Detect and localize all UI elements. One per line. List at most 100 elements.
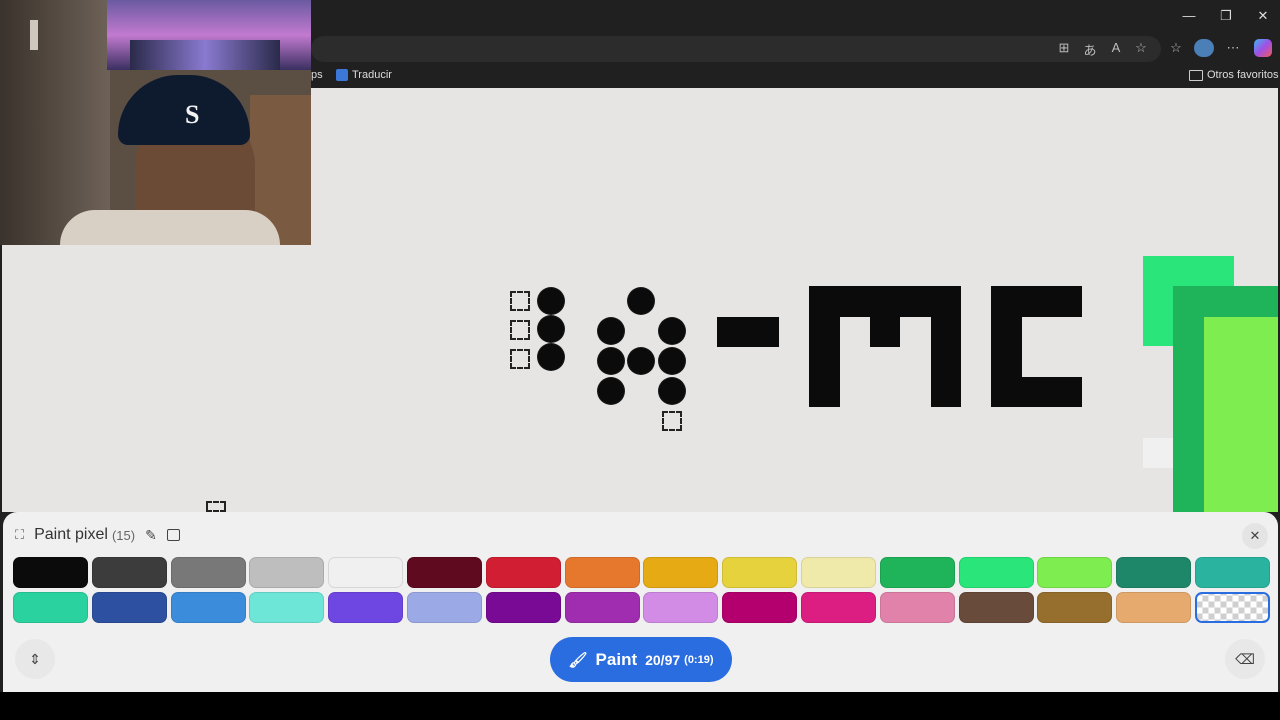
color-swatch[interactable] — [722, 557, 798, 588]
canvas-c-top — [991, 286, 1082, 317]
color-swatch[interactable] — [485, 557, 561, 588]
color-swatch[interactable] — [879, 592, 955, 623]
color-swatch[interactable] — [1037, 592, 1113, 623]
bookmark-traducir[interactable]: Traducir — [336, 69, 392, 81]
color-swatch[interactable] — [407, 592, 482, 623]
color-swatch[interactable] — [722, 592, 798, 623]
apps-icon[interactable]: ⊞ — [1054, 40, 1074, 56]
color-swatch[interactable] — [1116, 592, 1192, 623]
canvas-m-right — [931, 317, 961, 407]
color-swatch[interactable] — [170, 592, 246, 623]
color-swatch[interactable] — [328, 592, 404, 623]
paint-time: (0:19) — [684, 653, 714, 666]
webcam-shirt — [60, 210, 280, 245]
expand-toggle-button[interactable]: ⇕ — [15, 639, 55, 679]
color-swatch[interactable] — [13, 592, 88, 623]
canvas-dash — [717, 317, 779, 347]
canvas-m-middle — [870, 317, 900, 347]
favorites-icon[interactable]: ☆ — [1166, 40, 1186, 56]
canvas-pending-pixel — [598, 318, 624, 344]
expand-arrows-icon: ⇕ — [29, 650, 41, 667]
paint-progress: 20/97 — [645, 651, 681, 668]
webcam-door-light — [30, 20, 38, 50]
canvas-pending-pixel — [598, 378, 624, 404]
paint-panel-title: Paint pixel — [34, 526, 108, 543]
image-icon[interactable] — [166, 529, 180, 541]
paint-button-label: Paint — [595, 649, 638, 669]
color-swatch[interactable] — [801, 592, 876, 623]
canvas-selection-marker — [510, 291, 530, 311]
canvas-c-bottom — [991, 377, 1082, 407]
profile-icon[interactable] — [1194, 39, 1214, 57]
color-swatch[interactable] — [1037, 557, 1113, 588]
color-swatch[interactable] — [564, 557, 640, 588]
color-swatch[interactable] — [91, 557, 167, 588]
brush-icon: 🖌 — [568, 651, 588, 669]
canvas-pending-pixel — [659, 378, 685, 404]
canvas-m-left — [809, 286, 840, 407]
webcam-cap-logo: S — [185, 100, 200, 129]
color-swatch[interactable] — [879, 557, 955, 588]
close-panel-button[interactable]: ✕ — [1242, 523, 1268, 549]
webcam-door — [0, 0, 110, 245]
translate-bookmark-icon — [336, 69, 348, 81]
color-swatch[interactable] — [643, 557, 719, 588]
canvas-m-top-left — [840, 286, 900, 317]
color-swatch[interactable] — [170, 557, 246, 588]
paint-panel-count: (15) — [111, 527, 136, 543]
color-swatch[interactable] — [328, 557, 404, 588]
webcam-overlay: S — [0, 0, 311, 245]
eraser-button[interactable]: ⌫ — [1225, 639, 1265, 679]
color-swatch[interactable] — [13, 557, 88, 588]
canvas-m-top-right — [900, 286, 961, 317]
more-icon[interactable]: ⋯ — [1223, 40, 1243, 56]
canvas-lightgreen-block — [1204, 317, 1278, 512]
browser-window: — ❐ ✕ ⊞ あ A ☆ ☆ ⋯ ps Traducir Otros favo… — [0, 0, 1280, 692]
canvas-pending-pixel — [659, 348, 685, 374]
canvas-selection-marker — [662, 411, 682, 431]
canvas-c-side — [991, 317, 1022, 377]
paint-panel-header: ⛶ Paint pixel (15) ✎ — [15, 526, 180, 544]
canvas-pending-pixel — [659, 318, 685, 344]
eraser-icon: ⌫ — [1235, 650, 1255, 667]
color-swatch[interactable] — [958, 557, 1034, 588]
fullscreen-icon[interactable]: ⛶ — [15, 527, 24, 543]
canvas-pending-pixel — [538, 316, 564, 342]
paint-button[interactable]: 🖌 Paint 20/97 (0:19) — [550, 637, 732, 682]
color-swatch[interactable] — [407, 557, 482, 588]
folder-icon — [1189, 69, 1203, 81]
translate-icon[interactable]: あ — [1080, 40, 1100, 59]
copilot-icon[interactable] — [1254, 39, 1272, 57]
canvas-pending-pixel — [628, 348, 654, 374]
eyedropper-icon[interactable]: ✎ — [145, 527, 157, 544]
color-swatch[interactable] — [485, 592, 561, 623]
canvas-white-block — [1143, 438, 1173, 468]
bookmark-otros-favoritos[interactable]: Otros favoritos — [1189, 69, 1279, 81]
color-swatch[interactable] — [249, 557, 325, 588]
paint-panel: ⛶ Paint pixel (15) ✎ ✕ ⇕ 🖌 Paint 20/97 (… — [3, 512, 1278, 692]
webcam-monitor-scene — [130, 40, 280, 70]
canvas-pending-pixel — [628, 288, 654, 314]
minimize-button[interactable]: — — [1174, 8, 1204, 23]
color-swatch[interactable] — [1195, 557, 1270, 588]
read-aloud-icon[interactable]: A — [1106, 40, 1126, 55]
color-swatch[interactable] — [1116, 557, 1192, 588]
canvas-pending-pixel — [538, 288, 564, 314]
canvas-pending-pixel — [538, 344, 564, 370]
canvas-pending-pixel — [598, 348, 624, 374]
color-swatch[interactable] — [249, 592, 325, 623]
color-swatch[interactable] — [801, 557, 876, 588]
address-bar[interactable] — [311, 36, 1161, 62]
canvas-selection-marker — [206, 501, 226, 512]
close-window-button[interactable]: ✕ — [1248, 8, 1278, 24]
color-swatch-transparent[interactable] — [1195, 592, 1270, 623]
color-swatch[interactable] — [958, 592, 1034, 623]
bookmark-partial[interactable]: ps — [311, 69, 323, 81]
color-swatch[interactable] — [91, 592, 167, 623]
color-swatch[interactable] — [643, 592, 719, 623]
canvas-selection-marker — [510, 349, 530, 369]
favorite-star-icon[interactable]: ☆ — [1131, 40, 1151, 56]
canvas-selection-marker — [510, 320, 530, 340]
color-swatch[interactable] — [564, 592, 640, 623]
maximize-button[interactable]: ❐ — [1211, 8, 1241, 24]
